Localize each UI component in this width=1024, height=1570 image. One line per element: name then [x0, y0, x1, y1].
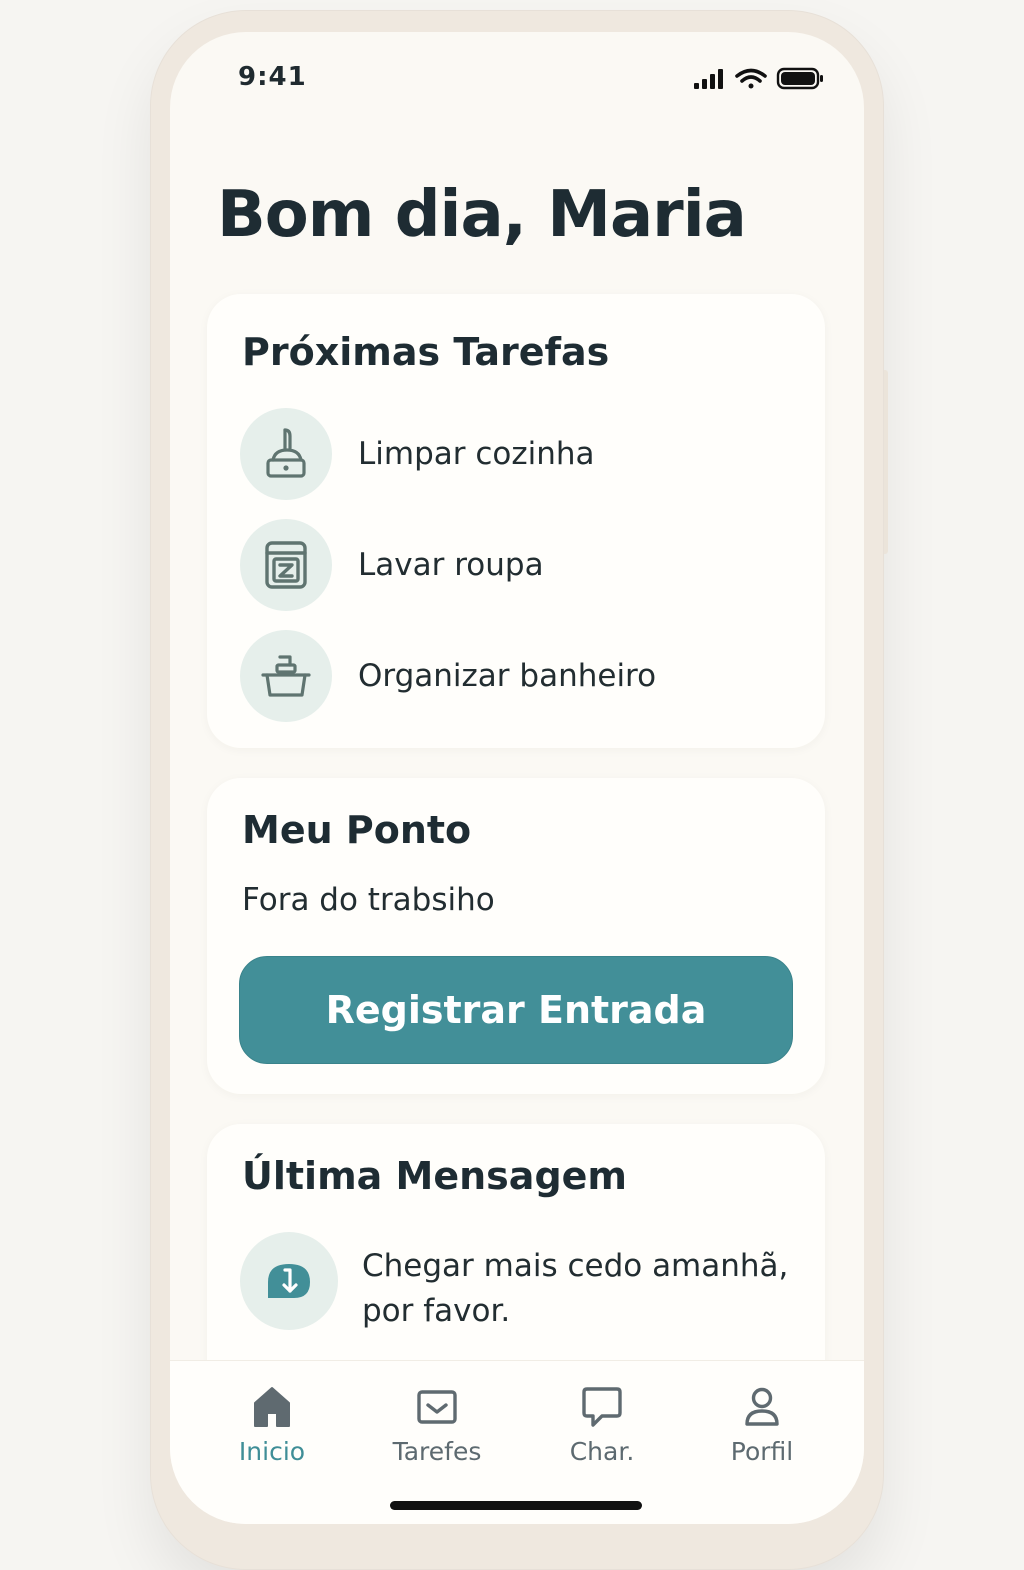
message-row[interactable]: Chegar mais cedo amanhã, por favor.: [240, 1232, 800, 1334]
upcoming-tasks-card: Próximas Tarefas Limpar cozinha Lavar ro…: [207, 294, 825, 748]
wifi-icon: [735, 68, 767, 89]
nav-item-tarefes[interactable]: Tarefes: [367, 1383, 507, 1473]
nav-label: Tarefes: [392, 1437, 482, 1466]
task-item-lavar-roupa[interactable]: Lavar roupa: [240, 519, 800, 611]
bottom-navigation: Inicio Tarefes Char. Porfil: [170, 1360, 864, 1524]
upcoming-tasks-title: Próximas Tarefas: [242, 330, 610, 374]
home-icon: [248, 1383, 296, 1431]
cleaning-brush-icon: [266, 428, 306, 478]
task-icon-circle: [240, 630, 332, 722]
task-icon-circle: [240, 408, 332, 500]
last-message-text: Chegar mais cedo amanhã, por favor.: [362, 1248, 789, 1329]
app-screen: 9:41 Bom dia, Maria Próximas Tarefas Lim…: [170, 32, 864, 1524]
washing-machine-icon: [265, 541, 307, 589]
status-icons: [694, 66, 824, 92]
nav-label: Porfil: [730, 1437, 794, 1466]
greeting-title: Bom dia, Maria: [217, 178, 747, 252]
nav-label: Inicio: [238, 1437, 306, 1466]
task-label: Lavar roupa: [358, 547, 544, 583]
nav-item-inicio[interactable]: Inicio: [202, 1383, 342, 1473]
status-time: 9:41: [238, 62, 307, 92]
nav-item-perfil[interactable]: Porfil: [692, 1383, 832, 1473]
register-entry-button[interactable]: Registrar Entrada: [239, 956, 793, 1064]
last-message-title: Última Mensagem: [242, 1154, 628, 1198]
nav-item-chat[interactable]: Char.: [532, 1383, 672, 1473]
task-label: Limpar cozinha: [358, 436, 595, 472]
nav-label: Char.: [569, 1437, 635, 1466]
task-label: Organizar banheiro: [358, 658, 657, 694]
message-arrow-icon: [268, 1264, 310, 1298]
task-icon-circle: [240, 519, 332, 611]
cellular-signal-icon: [694, 69, 723, 89]
message-icon-circle: [240, 1232, 338, 1330]
basin-icon: [261, 655, 311, 697]
work-status-text: Fora do trabsiho: [242, 882, 495, 918]
home-indicator[interactable]: [390, 1501, 642, 1510]
user-icon: [738, 1383, 786, 1431]
task-item-limpar-cozinha[interactable]: Limpar cozinha: [240, 408, 800, 500]
task-item-organizar-banheiro[interactable]: Organizar banheiro: [240, 630, 800, 722]
time-clock-title: Meu Ponto: [242, 808, 472, 852]
battery-icon: [776, 67, 823, 90]
time-clock-card: Meu Ponto Fora do trabsiho Registrar Ent…: [207, 778, 825, 1094]
chat-bubble-icon: [578, 1383, 626, 1431]
phone-side-button: [884, 370, 888, 554]
inbox-icon: [413, 1383, 461, 1431]
